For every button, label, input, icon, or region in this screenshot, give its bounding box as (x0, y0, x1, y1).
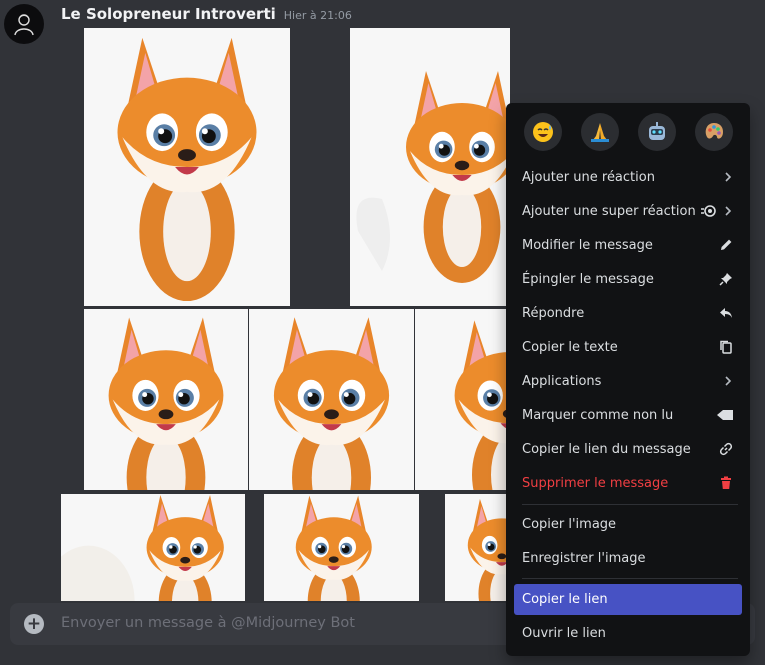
quick-reactions-bar (506, 113, 750, 153)
menu-item-copy-image[interactable]: Copier l'image (514, 510, 742, 538)
menu-item-reply[interactable]: Répondre (514, 299, 742, 327)
folded-hands-emoji[interactable] (581, 113, 619, 151)
chevron-right-icon (725, 376, 732, 386)
fox-image-5[interactable] (415, 309, 510, 490)
robot-emoji[interactable] (638, 113, 676, 151)
add-attachment-button[interactable]: + (24, 614, 44, 634)
sweat-smile-emoji[interactable] (524, 113, 562, 151)
unread-flag-icon (717, 410, 733, 420)
composer-placeholder: Envoyer un message à @Midjourney Bot (61, 615, 355, 631)
fox-image-8[interactable] (445, 494, 510, 601)
menu-item-add-super-reaction[interactable]: Ajouter une super réaction (514, 197, 742, 225)
trash-icon (721, 476, 731, 489)
menu-item-copy-link[interactable]: Copier le lien (514, 584, 742, 615)
menu-item-save-image[interactable]: Enregistrer l'image (514, 544, 742, 572)
menu-item-delete-message[interactable]: Supprimer le message (514, 469, 742, 497)
fox-image-7[interactable] (264, 494, 419, 601)
menu-item-pin-message[interactable]: Épingler le message (514, 265, 742, 293)
author-name[interactable]: Le Solopreneur Introverti (61, 5, 276, 23)
menu-item-mark-unread[interactable]: Marquer comme non lu (514, 401, 742, 429)
fox-image-6[interactable] (61, 494, 245, 601)
artist-palette-emoji[interactable] (695, 113, 733, 151)
reply-icon (720, 308, 732, 318)
menu-item-applications[interactable]: Applications (514, 367, 742, 395)
pencil-icon (721, 239, 732, 250)
copy-icon (720, 340, 732, 354)
message-context-menu: Ajouter une réaction Ajouter une super r… (506, 103, 750, 656)
logo-icon (14, 14, 34, 36)
chevron-right-icon (725, 172, 732, 182)
menu-item-edit-message[interactable]: Modifier le message (514, 231, 742, 259)
fox-image-2[interactable] (350, 28, 510, 306)
menu-separator (522, 504, 738, 505)
message-header: Le Solopreneur Introverti Hier à 21:06 (61, 5, 352, 23)
message-timestamp: Hier à 21:06 (283, 9, 352, 22)
menu-separator (522, 578, 738, 579)
menu-item-add-reaction[interactable]: Ajouter une réaction (514, 163, 742, 191)
fox-image-4[interactable] (249, 309, 414, 490)
fox-image-3[interactable] (84, 309, 248, 490)
pin-icon (719, 273, 732, 286)
menu-item-copy-text[interactable]: Copier le texte (514, 333, 742, 361)
chevron-right-icon (725, 206, 732, 216)
menu-item-open-link[interactable]: Ouvrir le lien (514, 619, 742, 647)
link-icon (719, 442, 733, 456)
menu-item-copy-message-link[interactable]: Copier le lien du message (514, 435, 742, 463)
fox-image-1[interactable] (84, 28, 290, 306)
super-reaction-icon (701, 205, 716, 217)
author-avatar[interactable] (4, 4, 44, 44)
